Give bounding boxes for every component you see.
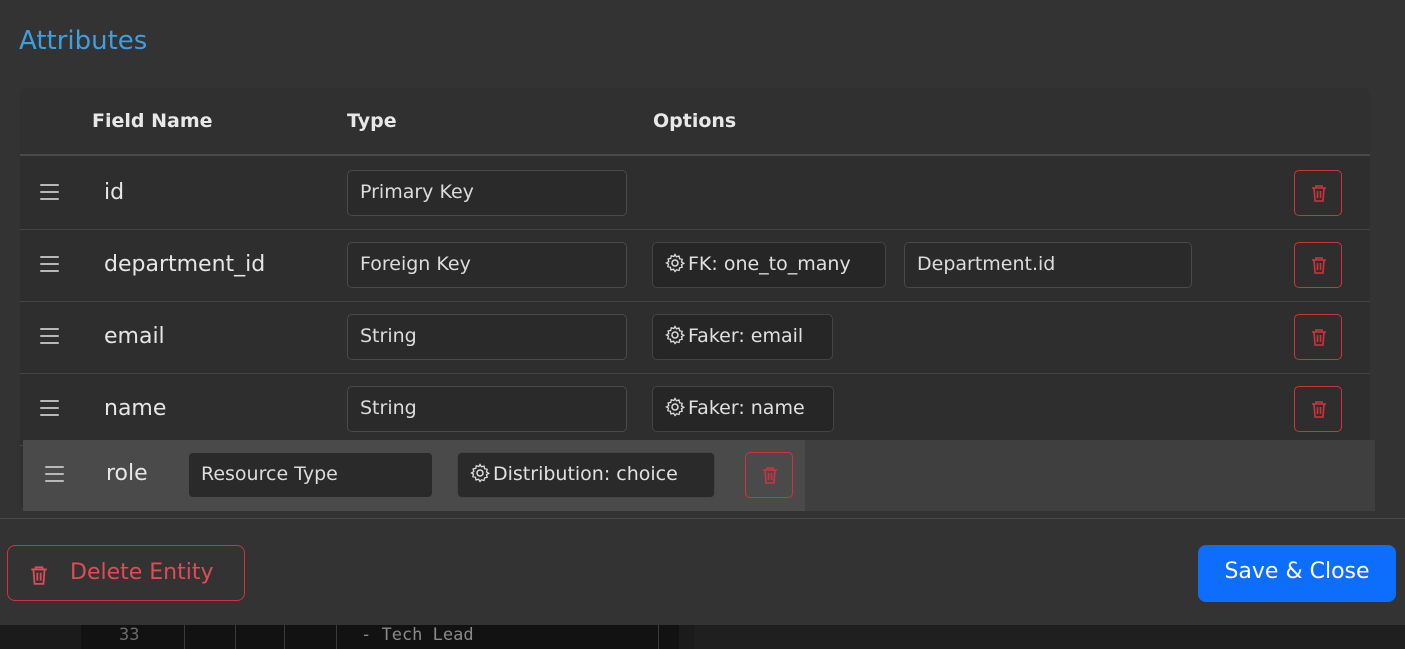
field-name[interactable]: department_id — [104, 252, 265, 277]
reference-input[interactable]: Department.id — [904, 242, 1192, 288]
trash-icon — [1312, 329, 1326, 346]
table-row: department_id Foreign Key FK: one_to_man… — [20, 230, 1370, 302]
type-select[interactable]: String — [347, 314, 627, 360]
type-select[interactable]: Resource Type — [188, 452, 433, 498]
option-label: Faker: email — [688, 325, 804, 347]
line-number: 33 — [119, 625, 140, 645]
delete-row-button[interactable] — [1294, 314, 1342, 360]
delete-row-button[interactable] — [1294, 242, 1342, 288]
gear-icon — [665, 397, 685, 417]
field-name[interactable]: id — [104, 180, 124, 205]
trash-icon — [1312, 185, 1326, 202]
delete-entity-label: Delete Entity — [70, 560, 214, 585]
trash-icon — [31, 566, 47, 585]
field-name[interactable]: role — [106, 461, 148, 486]
dragging-row[interactable]: role Resource Type Distribution: choice — [23, 440, 1375, 511]
section-title: Attributes — [19, 26, 148, 56]
drag-handle-icon[interactable] — [40, 184, 59, 202]
table-header: Field Name Type Options — [20, 88, 1370, 156]
header-field-name: Field Name — [92, 110, 213, 132]
field-name[interactable]: email — [104, 324, 165, 349]
table-row: email String Faker: email — [20, 302, 1370, 374]
option-label: FK: one_to_many — [688, 253, 851, 275]
gear-icon — [470, 463, 490, 483]
gear-icon — [665, 325, 685, 345]
background-editor: 33 - Tech Lead — [0, 625, 1405, 649]
entity-editor-modal: Attributes Field Name Type Options id Pr… — [0, 0, 1405, 625]
trash-icon — [1312, 401, 1326, 418]
gear-icon — [665, 253, 685, 273]
drag-handle-icon[interactable] — [45, 466, 64, 484]
type-select[interactable]: Primary Key — [347, 170, 627, 216]
type-select[interactable]: String — [347, 386, 627, 432]
option-settings-button[interactable]: Distribution: choice — [457, 452, 715, 498]
table-row: name String Faker: name — [20, 374, 1370, 446]
delete-entity-button[interactable]: Delete Entity — [7, 545, 245, 601]
delete-row-button[interactable] — [1294, 386, 1342, 432]
modal-footer: Delete Entity Save & Close — [0, 518, 1405, 625]
table-row: id Primary Key — [20, 158, 1370, 230]
field-name[interactable]: name — [104, 396, 166, 421]
option-settings-button[interactable]: Faker: name — [652, 386, 834, 432]
trash-icon — [763, 467, 777, 484]
drag-handle-icon[interactable] — [40, 256, 59, 274]
background-code-table: 33 - Tech Lead — [81, 625, 679, 649]
save-close-button[interactable]: Save & Close — [1198, 545, 1396, 602]
option-label: Distribution: choice — [493, 463, 678, 485]
drag-handle-icon[interactable] — [40, 328, 59, 346]
dragging-row-content: role Resource Type Distribution: choice — [23, 440, 805, 511]
header-type: Type — [347, 110, 397, 132]
drag-handle-icon[interactable] — [40, 400, 59, 418]
option-settings-button[interactable]: FK: one_to_many — [652, 242, 886, 288]
header-options: Options — [653, 110, 737, 132]
background-panel — [694, 625, 1405, 649]
option-label: Faker: name — [688, 397, 805, 419]
code-line: - Tech Lead — [361, 625, 474, 645]
delete-row-button[interactable] — [1294, 170, 1342, 216]
trash-icon — [1312, 257, 1326, 274]
type-select[interactable]: Foreign Key — [347, 242, 627, 288]
option-settings-button[interactable]: Faker: email — [652, 314, 833, 360]
delete-row-button[interactable] — [745, 452, 793, 498]
